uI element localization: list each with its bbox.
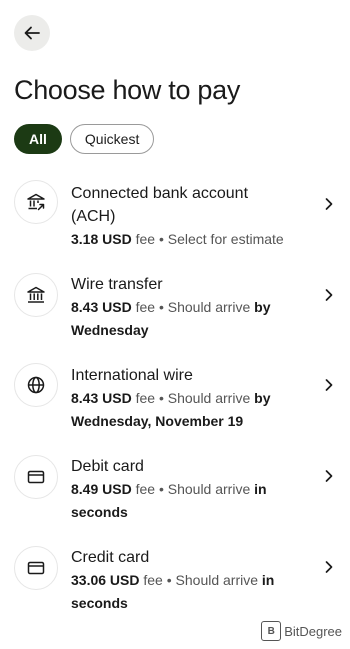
method-text: Debit card 8.49 USD fee • Should arrive … — [71, 455, 321, 524]
chevron-right-icon — [325, 470, 333, 482]
method-icon-wrapper — [14, 546, 58, 590]
eta-strong: by — [254, 299, 271, 315]
method-text: Connected bank account (ACH) 3.18 USD fe… — [71, 182, 321, 251]
fee-label: fee — [135, 390, 156, 406]
fee-amount: 8.49 USD — [71, 481, 132, 497]
payment-method-credit-card[interactable]: Credit card 33.06 USD fee • Should arriv… — [0, 541, 350, 632]
separator-dot: • — [166, 572, 172, 588]
watermark-text: BitDegree — [284, 623, 342, 639]
chevron-right-icon — [325, 379, 333, 391]
separator-dot: • — [158, 299, 164, 315]
eta-time: seconds — [71, 504, 128, 520]
method-title: Wire transfer — [71, 276, 163, 293]
eta-strong: in — [254, 481, 267, 497]
fee-amount: 3.18 USD — [71, 231, 132, 247]
method-icon-wrapper — [14, 455, 58, 499]
back-button[interactable] — [14, 15, 50, 51]
eta-text: Select for estimate — [167, 231, 284, 247]
watermark-logo-icon: B — [261, 621, 282, 641]
eta-strong: in — [261, 572, 275, 588]
separator-dot: • — [158, 481, 164, 497]
payment-method-international-wire[interactable]: International wire 8.43 USD fee • Should… — [0, 359, 350, 450]
method-text: Credit card 33.06 USD fee • Should arriv… — [71, 546, 321, 615]
chevron-right-icon — [325, 289, 333, 301]
globe-icon — [27, 376, 45, 394]
eta-text: Should arrive — [175, 572, 259, 588]
eta-text: Should arrive — [167, 299, 251, 315]
arrow-left-icon — [24, 26, 40, 40]
filter-chip-all[interactable]: All — [14, 124, 62, 154]
method-title: Debit card — [71, 458, 144, 475]
bank-icon — [27, 286, 45, 303]
eta-text: Should arrive — [167, 481, 251, 497]
method-detail: 8.43 USD fee • Should arrive by — [71, 296, 321, 319]
method-text: Wire transfer 8.43 USD fee • Should arri… — [71, 273, 321, 342]
method-title-line2: (ACH) — [71, 208, 116, 225]
method-title: Connected bank account — [71, 185, 249, 202]
method-icon-wrapper — [14, 363, 58, 407]
payment-method-wire[interactable]: Wire transfer 8.43 USD fee • Should arri… — [0, 268, 350, 359]
payment-method-debit-card[interactable]: Debit card 8.49 USD fee • Should arrive … — [0, 450, 350, 541]
method-title: International wire — [71, 367, 193, 384]
method-detail: 33.06 USD fee • Should arrive in — [71, 569, 321, 592]
method-detail: 8.49 USD fee • Should arrive in — [71, 478, 321, 501]
filter-chips: All Quickest — [14, 124, 155, 154]
payment-method-list: Connected bank account (ACH) 3.18 USD fe… — [0, 177, 350, 632]
payment-method-ach[interactable]: Connected bank account (ACH) 3.18 USD fe… — [0, 177, 350, 268]
method-icon-wrapper — [14, 180, 58, 224]
fee-label: fee — [135, 481, 156, 497]
card-icon — [27, 561, 45, 575]
chevron-right-icon — [325, 198, 333, 210]
method-detail: 3.18 USD fee • Select for estimate — [71, 228, 321, 251]
eta-date: Wednesday, November 19 — [71, 413, 244, 429]
watermark: B BitDegree — [261, 621, 342, 641]
fee-amount: 33.06 USD — [71, 572, 140, 588]
chevron-right-icon — [325, 561, 333, 573]
fee-label: fee — [135, 231, 156, 247]
fee-label: fee — [143, 572, 163, 588]
eta-strong: by — [254, 390, 271, 406]
method-detail: 8.43 USD fee • Should arrive by — [71, 387, 321, 410]
fee-amount: 8.43 USD — [71, 390, 132, 406]
eta-time: seconds — [71, 595, 128, 611]
method-text: International wire 8.43 USD fee • Should… — [71, 364, 321, 433]
method-icon-wrapper — [14, 273, 58, 317]
filter-chip-quickest[interactable]: Quickest — [69, 124, 155, 154]
card-icon — [27, 470, 45, 484]
fee-amount: 8.43 USD — [71, 299, 132, 315]
method-title: Credit card — [71, 549, 150, 566]
fee-label: fee — [135, 299, 156, 315]
bank-transfer-icon — [27, 193, 45, 211]
separator-dot: • — [158, 390, 164, 406]
page-title: Choose how to pay — [14, 75, 241, 105]
eta-date: Wednesday — [71, 322, 149, 338]
eta-text: Should arrive — [167, 390, 251, 406]
separator-dot: • — [158, 231, 164, 247]
